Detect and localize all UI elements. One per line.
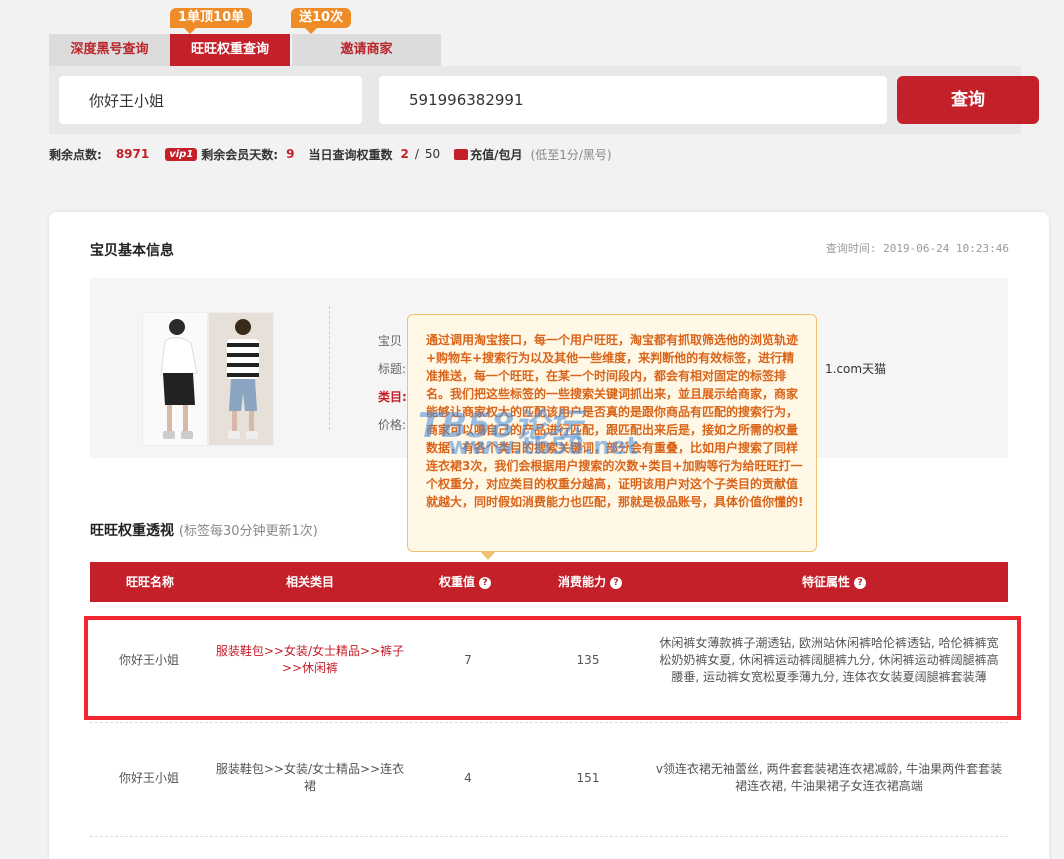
tab-wangwang-weight[interactable]: 旺旺权重查询 — [170, 34, 290, 66]
header-weight-label: 权重值 — [438, 575, 475, 589]
info-label-price: 价格: — [378, 418, 407, 432]
info-label-category: 类目: — [378, 390, 407, 404]
price-note: (低至1分/黑号) — [530, 147, 612, 162]
wallet-icon — [454, 148, 469, 160]
header-spending: 消费能力? — [520, 562, 660, 602]
header-spending-label: 消费能力 — [557, 575, 606, 589]
section-title: 旺旺权重透视 (标签每30分钟更新1次) — [90, 520, 318, 540]
daily-query-total: 50 — [424, 147, 441, 161]
tab-badge-gift: 送10次 — [291, 8, 352, 34]
section-subtitle: (标签每30分钟更新1次) — [178, 524, 318, 539]
table-row: 你好王小姐 服装鞋包>>女装/女士精品>>连衣裙 4 151 v领连衣裙无袖蕾丝… — [90, 730, 1008, 826]
cell-name: 你好王小姐 — [118, 770, 179, 785]
recharge-link[interactable]: 充值/包月 — [470, 146, 522, 163]
info-label-item: 宝贝 — [378, 334, 403, 348]
header-name: 旺旺名称 — [125, 575, 174, 589]
vip-badge-icon: vip1 — [165, 147, 198, 161]
tab-badge-promo: 1单顶10单 — [170, 8, 253, 34]
product-image-2 — [208, 312, 274, 446]
page: 1单顶10单 送10次 深度黑号查询 旺旺权重查询 邀请商家 查询 剩余点数: … — [0, 0, 1064, 859]
info-divider — [329, 306, 330, 430]
header-category: 相关类目 — [285, 575, 334, 589]
help-icon[interactable]: ? — [479, 576, 491, 589]
info-label-title: 标题: — [378, 362, 407, 376]
header-weight: 权重值? — [410, 562, 520, 602]
tab-deep-blacklist[interactable]: 深度黑号查询 — [49, 34, 170, 66]
header-features: 特征属性? — [660, 562, 1008, 602]
row-divider — [90, 836, 1008, 837]
points-label: 剩余点数: — [49, 147, 102, 162]
item-id-input[interactable] — [379, 76, 887, 124]
cell-category: 服装鞋包>>女装/女士精品>>连衣裙 — [215, 762, 405, 793]
help-icon[interactable]: ? — [854, 576, 866, 589]
weight-tooltip: 通过调用淘宝接口，每一个用户旺旺，淘宝都有抓取筛选他的浏览轨迹+购物车+搜索行为… — [407, 314, 817, 560]
daily-query-sep: / — [414, 147, 419, 161]
row-divider — [90, 722, 1008, 723]
help-icon[interactable]: ? — [610, 576, 622, 589]
daily-query-label: 当日查询权重数 — [308, 147, 393, 162]
section-title-text: 旺旺权重透视 — [90, 523, 174, 539]
daily-query-used: 2 — [400, 147, 409, 161]
member-days-value: 9 — [286, 147, 295, 161]
query-time: 查询时间: 2019-06-24 10:23:46 — [825, 242, 1009, 255]
cell-spending: 151 — [576, 770, 600, 785]
cell-weight: 4 — [464, 770, 472, 785]
highlight-frame — [84, 616, 1021, 720]
table-header: 旺旺名称 相关类目 权重值? 消费能力? 特征属性? — [90, 562, 1008, 602]
shop-name: 1.com天猫 — [825, 362, 887, 376]
points-value: 8971 — [115, 147, 150, 161]
member-days-label: 剩余会员天数: — [201, 147, 279, 162]
cell-features: v领连衣裙无袖蕾丝, 两件套套装裙连衣裙减龄, 牛油果两件套套装裙连衣裙, 牛油… — [655, 762, 1003, 793]
query-button[interactable]: 查询 — [897, 76, 1039, 124]
account-stats: 剩余点数: 8971 vip1 剩余会员天数: 9 当日查询权重数 2 / 50… — [49, 144, 612, 164]
header-features-label: 特征属性 — [801, 575, 850, 589]
tab-invite-merchant[interactable]: 邀请商家 — [292, 34, 441, 66]
product-image-1 — [142, 312, 208, 446]
search-bar: 查询 — [49, 66, 1039, 134]
card-title: 宝贝基本信息 — [90, 243, 174, 259]
wangwang-input[interactable] — [59, 76, 362, 124]
